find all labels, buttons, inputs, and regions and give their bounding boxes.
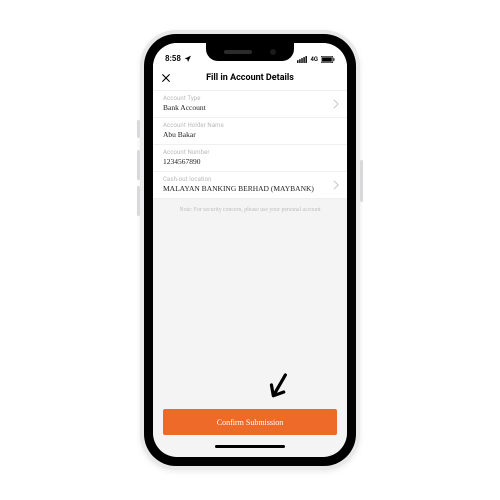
network-label: 4G — [310, 56, 318, 63]
row-cashout-location[interactable]: Cash-out location MALAYAN BANKING BERHAD… — [153, 172, 347, 199]
security-note: Note: For security concern, please use y… — [153, 199, 347, 221]
notch — [206, 43, 294, 61]
speaker — [224, 50, 252, 54]
home-indicator[interactable] — [215, 445, 285, 448]
close-icon — [161, 73, 171, 83]
page-title: Fill in Account Details — [153, 73, 347, 83]
home-indicator-area — [153, 443, 347, 457]
pointer-arrow-icon — [262, 369, 296, 403]
label-account-number: Account Number — [163, 149, 337, 156]
account-form: Account Type Bank Account Account Holder… — [153, 91, 347, 199]
label-account-type: Account Type — [163, 95, 337, 102]
volume-up — [137, 150, 140, 180]
chevron-right-icon — [333, 180, 339, 190]
status-time: 8:58 — [165, 54, 181, 63]
value-cashout-location: MALAYAN BANKING BERHAD (MAYBANK) — [163, 184, 337, 193]
value-account-type: Bank Account — [163, 103, 337, 112]
power-button — [360, 160, 363, 202]
phone-frame: 8:58 4G — [140, 30, 360, 470]
label-cashout-location: Cash-out location — [163, 176, 337, 183]
signal-icon — [297, 56, 307, 63]
battery-icon — [321, 56, 335, 63]
row-account-holder[interactable]: Account Holder Name Abu Bakar — [153, 118, 347, 145]
front-camera — [270, 49, 276, 55]
navbar: Fill in Account Details — [153, 65, 347, 91]
screen: 8:58 4G — [153, 43, 347, 457]
close-button[interactable] — [153, 73, 179, 83]
location-icon — [184, 55, 192, 63]
confirm-submission-button[interactable]: Confirm Submission — [163, 409, 337, 435]
value-account-number: 1234567890 — [163, 157, 337, 166]
row-account-number[interactable]: Account Number 1234567890 — [153, 145, 347, 172]
content-spacer — [153, 221, 347, 409]
chevron-right-icon — [333, 99, 339, 109]
phone-bezel: 8:58 4G — [144, 34, 356, 466]
volume-down — [137, 186, 140, 216]
label-account-holder: Account Holder Name — [163, 122, 337, 129]
mute-switch — [137, 120, 140, 138]
confirm-label: Confirm Submission — [217, 418, 283, 427]
row-account-type[interactable]: Account Type Bank Account — [153, 91, 347, 118]
value-account-holder: Abu Bakar — [163, 130, 337, 139]
